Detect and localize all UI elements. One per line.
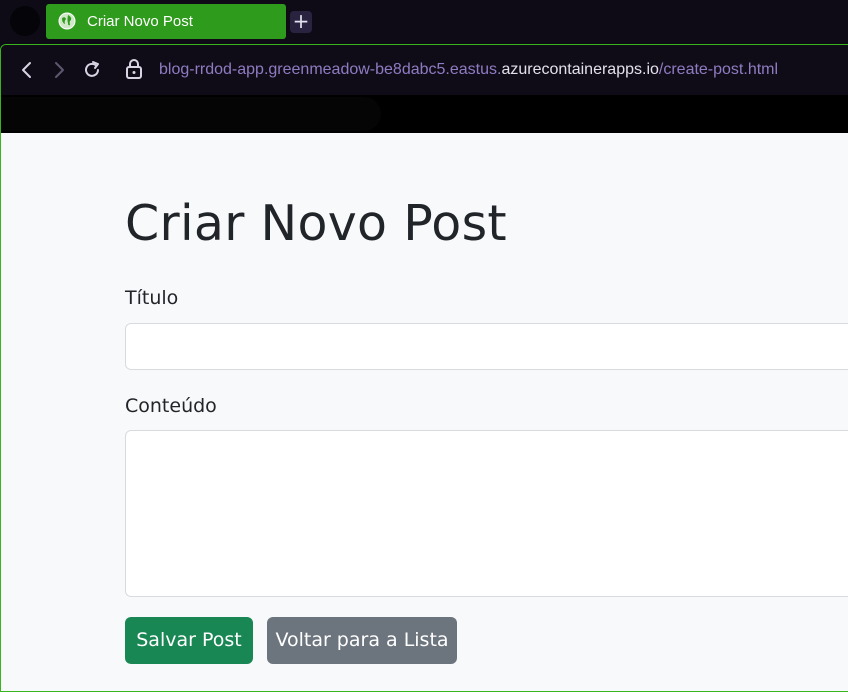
browser-toolbar: blog-rrdod-app.greenmeadow-be8dabc5.east… (1, 45, 848, 133)
redaction-mark (1, 97, 381, 131)
forward-arrow-icon[interactable] (49, 60, 69, 80)
page-title: Criar Novo Post (125, 195, 507, 252)
address-bar-url[interactable]: blog-rrdod-app.greenmeadow-be8dabc5.east… (159, 61, 778, 79)
content-textarea[interactable] (125, 430, 848, 597)
tab-title: Criar Novo Post (87, 13, 193, 30)
globe-icon (58, 12, 76, 30)
url-domain: azurecontainerapps.io (501, 61, 659, 78)
profile-avatar[interactable] (10, 6, 40, 36)
back-arrow-icon[interactable] (17, 60, 37, 80)
url-subdomain: blog-rrdod-app.greenmeadow-be8dabc5.east… (159, 61, 502, 78)
title-field-label: Título (125, 287, 179, 309)
page-content: Criar Novo Post Título Conteúdo Salvar P… (1, 133, 848, 691)
lock-icon[interactable] (125, 59, 143, 79)
back-to-list-button[interactable]: Voltar para a Lista (267, 617, 457, 664)
save-post-button[interactable]: Salvar Post (125, 617, 253, 664)
url-path: /create-post.html (658, 61, 779, 78)
title-input[interactable] (125, 323, 848, 370)
browser-tab-strip: Criar Novo Post + (0, 0, 848, 44)
browser-window: blog-rrdod-app.greenmeadow-be8dabc5.east… (0, 44, 848, 692)
content-field-label: Conteúdo (125, 395, 217, 417)
active-tab[interactable]: Criar Novo Post (46, 4, 286, 39)
reload-icon[interactable] (82, 60, 102, 80)
new-tab-button[interactable]: + (290, 11, 312, 33)
